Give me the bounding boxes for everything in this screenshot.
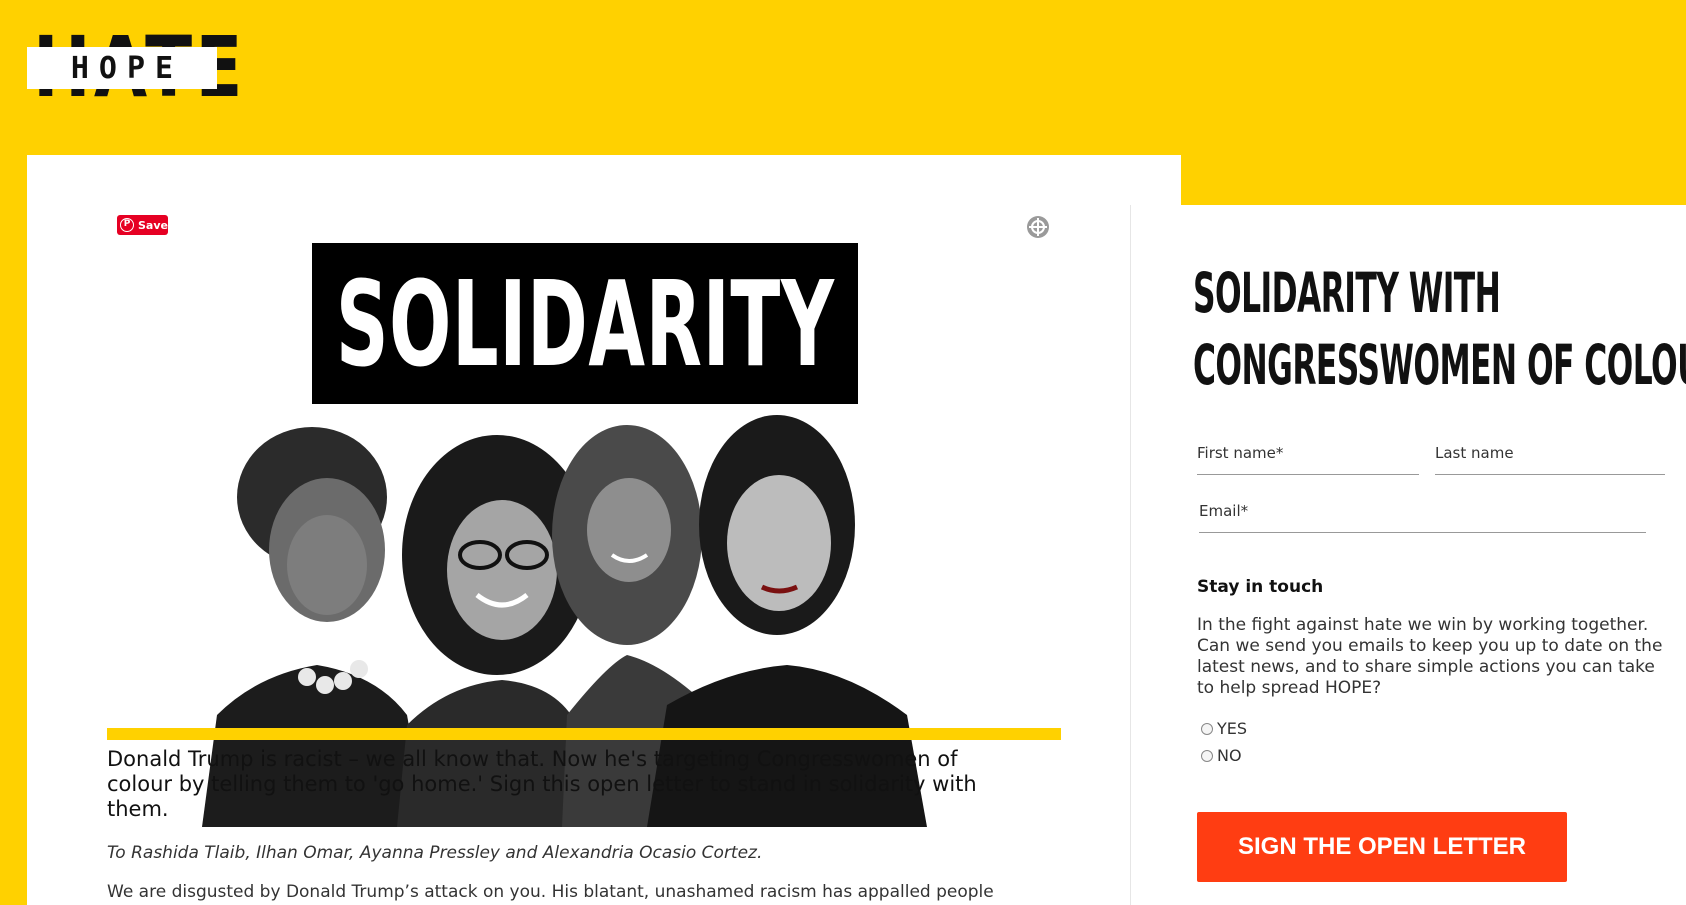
form-title-line2: CONGRESSWOMEN OF COLOUR [1193,333,1686,397]
hero-image: SOLIDARITY [107,243,1061,828]
yellow-divider [107,728,1061,740]
logo-hope-word: HOPE [70,50,184,86]
first-name-label: First name* [1197,444,1284,462]
radio-yes-circle[interactable] [1201,722,1213,735]
logo-hope-box: HOPE [27,47,217,89]
signup-form-panel: SOLIDARITY WITH CONGRESSWOMEN OF COLOUR … [1130,205,1686,905]
expand-icon[interactable] [1026,215,1050,239]
radio-no-circle[interactable] [1201,749,1213,762]
letter-body: We are disgusted by Donald Trump’s attac… [107,882,994,902]
last-name-label: Last name [1435,444,1514,462]
radio-no-label: NO [1217,746,1242,765]
article-panel: P Save SOLIDARITY Donald Trump is racist… [27,155,1181,905]
letter-salutation: To Rashida Tlaib, Ilhan Omar, Ayanna Pre… [107,843,763,863]
radio-yes-label: YES [1217,719,1248,738]
radio-yes[interactable]: YES [1201,719,1247,738]
stay-in-touch-heading: Stay in touch [1197,577,1324,597]
form-title: SOLIDARITY WITH CONGRESSWOMEN OF COLOUR [1193,257,1686,401]
first-name-field[interactable]: First name* [1197,443,1419,475]
pinterest-save-button[interactable]: P Save [117,215,168,235]
pinterest-icon: P [120,218,134,232]
form-title-line1: SOLIDARITY WITH [1193,261,1501,325]
hate-hope-logo[interactable]: HATE HOPE [27,25,242,109]
solidarity-banner: SOLIDARITY [312,243,858,404]
pinterest-save-label: Save [138,218,168,232]
stay-in-touch-text: In the fight against hate we win by work… [1197,615,1663,698]
page: HATE HOPE P Save SOLIDARITY [0,0,1686,905]
last-name-field[interactable]: Last name [1435,443,1665,475]
solidarity-banner-text: SOLIDARITY [335,254,835,393]
article-lead: Donald Trump is racist – we all know tha… [107,747,977,821]
email-field[interactable]: Email* [1199,501,1646,533]
sign-open-letter-button[interactable]: SIGN THE OPEN LETTER [1197,812,1567,882]
email-label: Email* [1199,502,1249,520]
radio-no[interactable]: NO [1201,746,1242,765]
